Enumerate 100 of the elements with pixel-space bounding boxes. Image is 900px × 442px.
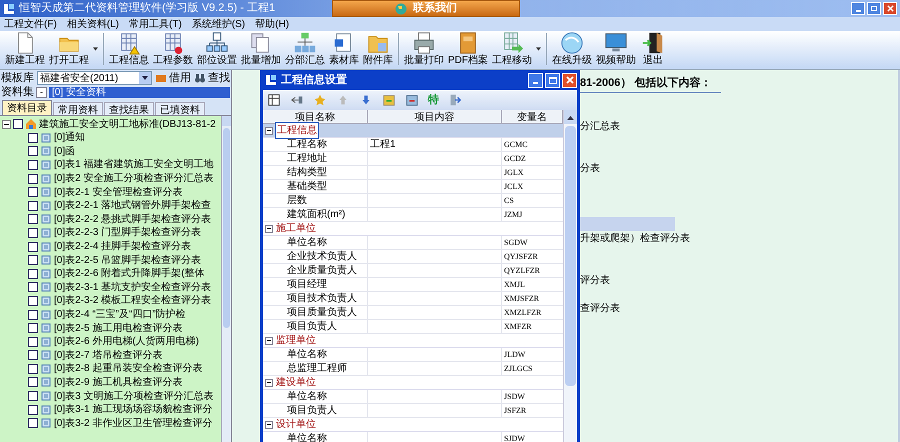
dropdown-caret-icon[interactable] xyxy=(93,47,98,51)
tree-item[interactable]: [0]表2-6 外用电梯(人货两用电梯) xyxy=(54,334,200,350)
toolbar-button[interactable]: 部位设置 xyxy=(195,31,239,67)
toolbar-button[interactable]: 工程参数 xyxy=(151,31,195,67)
group-label[interactable]: 施工单位 xyxy=(275,221,317,236)
tree-item[interactable]: [0]表2-8 起重吊装安全检查评分表 xyxy=(54,361,202,376)
tab[interactable]: 常用资料 xyxy=(53,102,103,115)
field-value[interactable]: 工程1 xyxy=(368,138,502,151)
template-select[interactable]: 福建省安全(2011) xyxy=(37,71,152,85)
tree-item[interactable]: [0]表2-3-2 模板工程安全检查评分表 xyxy=(54,293,212,308)
group-label[interactable]: 监理单位 xyxy=(275,333,317,348)
export-icon[interactable] xyxy=(405,93,419,107)
expand-toggle[interactable] xyxy=(265,224,273,232)
tree-item[interactable]: [0]表2-2-2 悬挑式脚手架检查评分表 xyxy=(54,212,212,227)
group-label[interactable]: 建设单位 xyxy=(275,375,317,390)
checkbox[interactable] xyxy=(28,418,38,428)
toolbar-button[interactable]: 工程移动 xyxy=(490,31,534,67)
toolbar-button[interactable]: 视频帮助 xyxy=(594,31,638,67)
menu-item[interactable]: 相关资料(L) xyxy=(66,16,120,32)
scrollbar[interactable] xyxy=(563,110,577,442)
checkbox[interactable] xyxy=(28,255,38,266)
tab[interactable]: 已填资料 xyxy=(155,102,205,115)
checkbox[interactable] xyxy=(13,119,23,129)
checkbox[interactable] xyxy=(28,228,38,238)
checkbox[interactable] xyxy=(28,350,38,360)
tab[interactable]: 查找结果 xyxy=(104,102,154,115)
checkbox[interactable] xyxy=(28,377,38,388)
tree-item[interactable]: [0]表2-7 塔吊检查评分表 xyxy=(54,348,162,363)
collapse-button[interactable]: - xyxy=(36,87,47,98)
tree-item[interactable]: [0]表2-2-4 挂脚手架检查评分表 xyxy=(54,239,192,254)
import-icon[interactable] xyxy=(382,93,396,107)
tree-item[interactable]: [0]表2-2-5 吊篮脚手架检查评分表 xyxy=(54,252,202,268)
tree-item[interactable]: [0]表2 安全施工分项检查评分汇总表 xyxy=(54,171,214,186)
minimize-button[interactable] xyxy=(851,2,865,15)
toolbar-button[interactable]: 分部汇总 xyxy=(283,31,327,67)
tree-root-label[interactable]: 建筑施工安全文明工地标准(DBJ13-81-2 xyxy=(39,116,216,132)
toolbar-button[interactable]: 批量打印 xyxy=(402,31,446,67)
tree-item[interactable]: [0]表2-2-6 附着式升降脚手架(整体 xyxy=(54,266,205,282)
menu-item[interactable]: 系统维护(S) xyxy=(192,16,246,32)
checkbox[interactable] xyxy=(28,200,38,211)
column-header[interactable]: 项目内容 xyxy=(368,110,502,123)
tree-item[interactable]: [0]表2-3-1 基坑支护安全检查评分表 xyxy=(54,280,212,295)
star-icon[interactable] xyxy=(313,93,327,107)
checkbox[interactable] xyxy=(28,296,38,306)
toolbar-button[interactable]: 素材库 xyxy=(327,31,361,67)
checkbox[interactable] xyxy=(28,187,38,198)
checkbox[interactable] xyxy=(28,214,38,224)
checkbox[interactable] xyxy=(28,282,38,292)
checkbox[interactable] xyxy=(28,310,38,320)
checkbox[interactable] xyxy=(28,268,38,279)
tree-item[interactable]: [0]表2-5 施工用电检查评分表 xyxy=(54,320,182,336)
checkbox[interactable] xyxy=(28,242,38,252)
checkbox[interactable] xyxy=(28,391,38,402)
menu-item[interactable]: 工程文件(F) xyxy=(4,16,57,32)
toolbar-button[interactable]: 新建工程 xyxy=(3,31,47,67)
minimize-button[interactable] xyxy=(528,72,543,88)
tree-item[interactable]: [0]表3-2 非作业区卫生管理检查评分 xyxy=(54,416,212,431)
checkbox[interactable] xyxy=(28,132,38,143)
maximize-button[interactable] xyxy=(545,72,560,88)
find-button[interactable]: 查找 xyxy=(194,70,230,86)
tree-item[interactable]: [0]函 xyxy=(54,144,76,159)
close-button[interactable] xyxy=(883,2,897,15)
tree-item[interactable]: [0]表2-1 安全管理检查评分表 xyxy=(54,184,182,200)
scrollbar[interactable] xyxy=(221,116,231,442)
expand-toggle[interactable] xyxy=(265,378,273,386)
collapse-toggle[interactable] xyxy=(2,120,11,128)
set-field[interactable]: [0] 安全资料 xyxy=(49,87,230,98)
menu-item[interactable]: 常用工具(T) xyxy=(129,16,182,32)
table-icon[interactable] xyxy=(267,93,281,107)
toolbar-button[interactable]: 附件库 xyxy=(361,31,395,67)
toolbar-button[interactable]: 打开工程 xyxy=(47,31,91,67)
toolbar-button[interactable]: 工程信息 xyxy=(107,31,151,67)
tree-item[interactable]: [0]表1 福建省建筑施工安全文明工地 xyxy=(54,157,214,172)
expand-toggle[interactable] xyxy=(265,126,273,134)
checkbox[interactable] xyxy=(28,146,38,156)
tree-item[interactable]: [0]表3 文明施工分项检查评分汇总表 xyxy=(54,388,214,404)
borrow-button[interactable]: 借用 xyxy=(155,70,191,86)
tab[interactable]: 资料目录 xyxy=(2,100,52,115)
toolbar-button[interactable]: 批量增加 xyxy=(239,31,283,67)
close-button[interactable] xyxy=(562,72,577,88)
restore-button[interactable] xyxy=(867,2,881,15)
checkbox[interactable] xyxy=(28,174,38,184)
checkbox[interactable] xyxy=(28,404,38,415)
group-label[interactable]: 设计单位 xyxy=(275,417,317,432)
dropdown-caret-icon[interactable] xyxy=(536,47,541,51)
expand-toggle[interactable] xyxy=(265,336,273,344)
tree-item[interactable]: [0]表2-2-1 落地式钢管外脚手架检查 xyxy=(54,198,212,214)
tree-item[interactable]: [0]通知 xyxy=(54,130,86,146)
checkbox[interactable] xyxy=(28,364,38,374)
tree-item[interactable]: [0]表3-1 施工现场场容场貌检查评分 xyxy=(54,402,212,418)
checkbox[interactable] xyxy=(28,160,38,170)
checkbox[interactable] xyxy=(28,336,38,347)
toolbar-button[interactable]: 退出 xyxy=(638,31,668,67)
tree-item[interactable]: [0]表2-9 施工机具检查评分表 xyxy=(54,374,182,390)
expand-toggle[interactable] xyxy=(265,420,273,428)
tree-item[interactable]: [0]表2-4 “三宝”及“四口”防护检 xyxy=(54,307,186,322)
toolbar-button[interactable]: PDF档案 xyxy=(446,31,490,67)
menu-item[interactable]: 帮助(H) xyxy=(255,16,290,32)
group-label[interactable]: 工程信息 xyxy=(275,122,319,139)
checkbox[interactable] xyxy=(28,323,38,334)
